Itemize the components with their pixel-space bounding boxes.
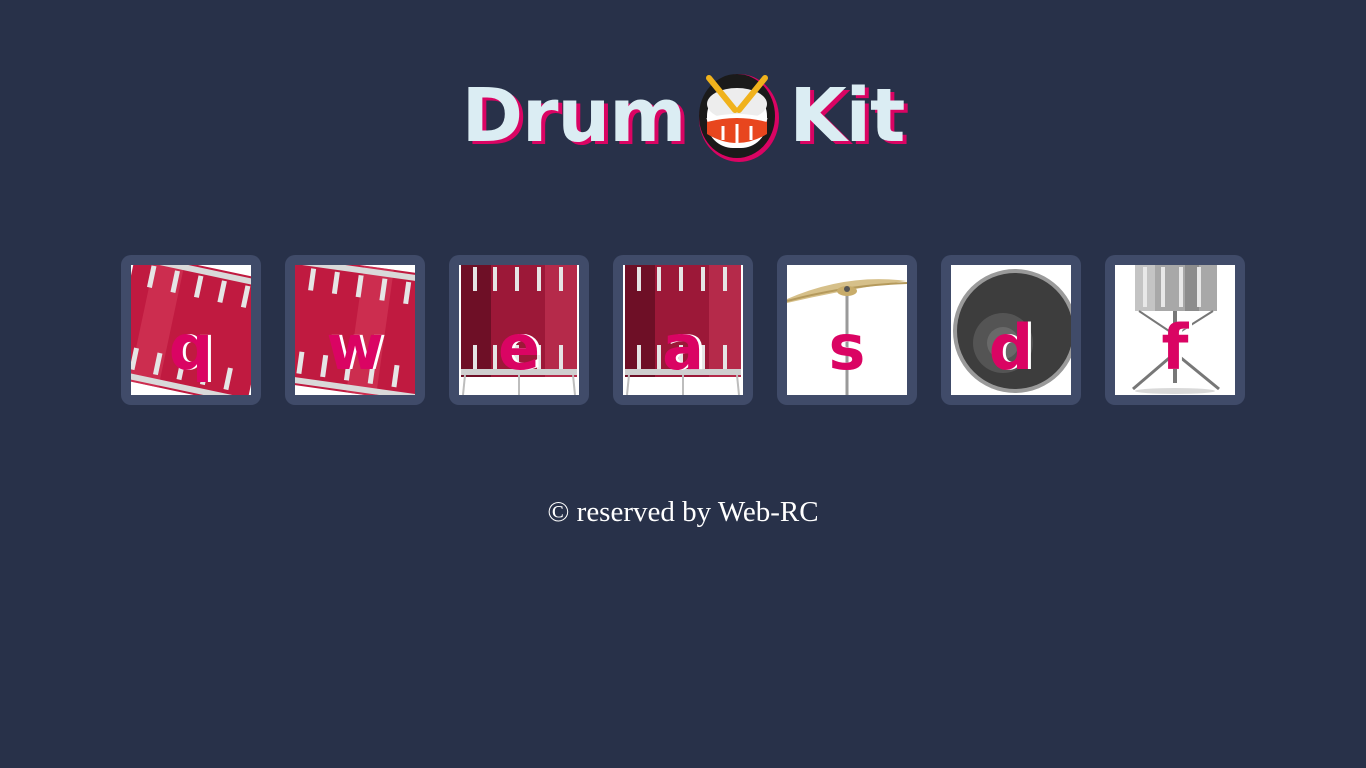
drum-button-q[interactable]: q — [121, 255, 261, 405]
key-letter: s — [828, 311, 866, 384]
key-letter: w — [326, 311, 384, 384]
drum-button-e[interactable]: e — [449, 255, 589, 405]
floor-tom-image: e — [459, 265, 579, 395]
key-letter: e — [497, 311, 541, 384]
bass-drum-image: d — [951, 265, 1071, 395]
key-letter: f — [1161, 311, 1189, 384]
drum-button-w[interactable]: w — [285, 255, 425, 405]
drum-button-a[interactable]: a — [613, 255, 753, 405]
drum-button-d[interactable]: d — [941, 255, 1081, 405]
drum-button-f[interactable]: f — [1105, 255, 1245, 405]
title-word-kit: Kit — [789, 73, 905, 159]
key-letter: d — [988, 311, 1034, 384]
cymbal-image: s — [787, 265, 907, 395]
footer-copyright: © reserved by Web-RC — [547, 496, 819, 528]
drum-emoji-icon — [699, 74, 780, 162]
drum-button-s[interactable]: s — [777, 255, 917, 405]
title-word-drum: Drum — [461, 73, 687, 159]
drum-set: q w e a s d f — [0, 255, 1366, 405]
page-title: Drum Kit — [0, 58, 1366, 174]
key-letter: q — [168, 311, 214, 384]
key-letter: a — [662, 311, 704, 384]
tom-drum-image: w — [295, 265, 415, 395]
tom-drum-image: q — [131, 265, 251, 395]
snare-drum-image: f — [1115, 265, 1235, 395]
floor-tom-image: a — [623, 265, 743, 395]
